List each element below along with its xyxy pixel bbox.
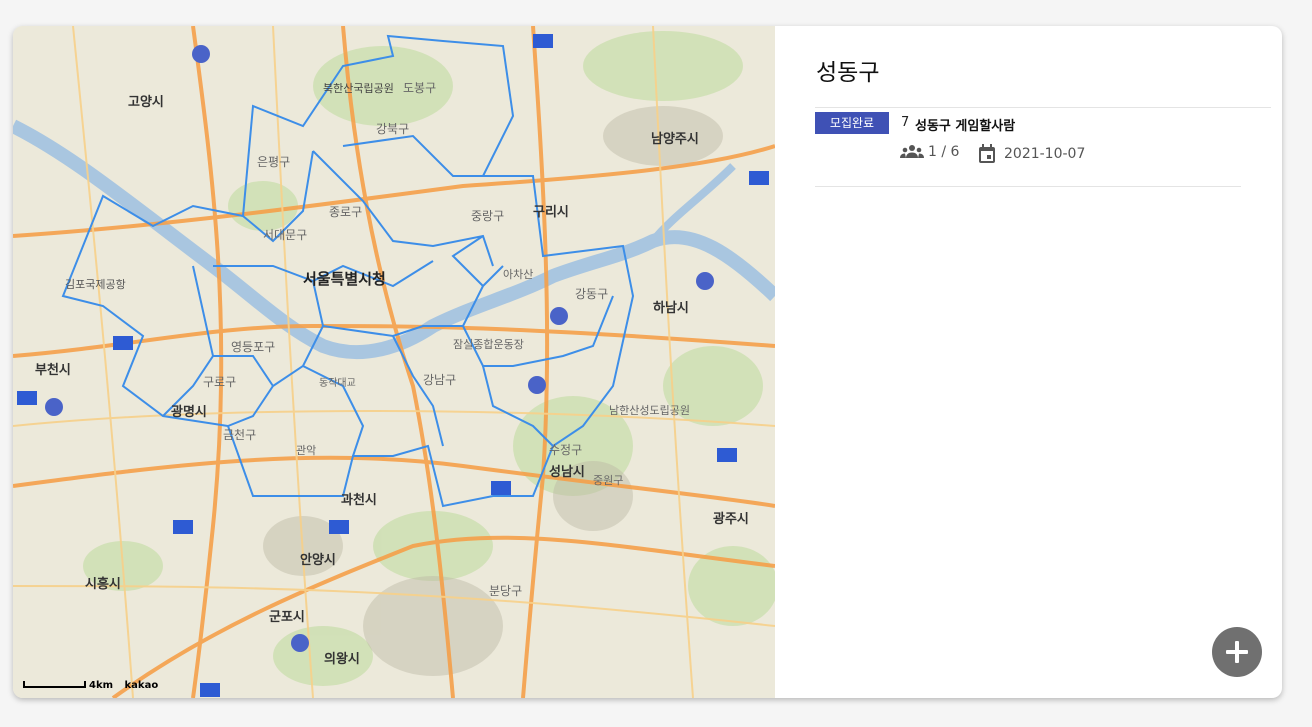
participants: 1 / 6 [900, 144, 959, 160]
label-jungwon: 중원구 [593, 474, 623, 487]
label-goyang: 고양시 [128, 95, 164, 110]
label-jungnang: 중랑구 [471, 209, 504, 223]
district-panel: 성동구 모집완료 7 성동구 게임할사람 1 / 6 2021-10-07 [775, 26, 1282, 698]
label-gangnam: 강남구 [423, 373, 456, 387]
label-geumcheon: 금천구 [223, 427, 256, 442]
divider [815, 186, 1241, 187]
label-namhansanseong: 남한산성도립공원 [609, 404, 690, 417]
label-hanam: 하남시 [653, 300, 689, 316]
label-eunpyeong: 은평구 [257, 155, 290, 169]
map-scale: 4km kakao [89, 680, 159, 691]
date-text: 2021-10-07 [1004, 146, 1086, 162]
label-bukhansan: 북한산국립공원 [323, 82, 394, 95]
label-seodaemun: 서대문구 [263, 228, 307, 242]
label-dongjak: 동작대교 [319, 377, 356, 389]
post-title[interactable]: 성동구 게임할사람 [915, 115, 1015, 134]
group-icon [900, 145, 924, 158]
label-guro: 구로구 [203, 375, 236, 389]
label-acha: 아차산 [503, 268, 533, 281]
divider [815, 107, 1271, 108]
add-post-button[interactable] [1212, 627, 1262, 677]
calendar-icon [979, 144, 995, 163]
label-bundang: 분당구 [489, 584, 522, 598]
label-seongnam: 성남시 [549, 464, 585, 480]
label-anyang: 안양시 [300, 552, 336, 568]
label-dobong: 도봉구 [403, 81, 436, 95]
kakao-map[interactable]: 서울특별시청 구리시 남양주시 고양시 부천시 광명시 안양시 군포시 의왕시 … [13, 26, 775, 698]
post-number: 7 [901, 115, 910, 130]
main-card: 서울특별시청 구리시 남양주시 고양시 부천시 광명시 안양시 군포시 의왕시 … [13, 26, 1282, 698]
label-sujeong: 수정구 [549, 443, 582, 457]
label-gwacheon: 과천시 [341, 493, 377, 508]
label-gwangmyeong: 광명시 [171, 404, 207, 420]
label-guri: 구리시 [533, 204, 569, 220]
kakao-logo: kakao [124, 680, 159, 691]
label-jamsil: 잠실종합운동장 [453, 338, 524, 351]
post-date: 2021-10-07 [978, 144, 1085, 164]
label-bucheon: 부천시 [35, 363, 71, 378]
plus-icon [1226, 641, 1248, 663]
label-siheung: 시흥시 [85, 576, 121, 592]
participant-count: 1 / 6 [928, 144, 960, 160]
label-uiwang: 의왕시 [324, 651, 360, 667]
label-gimpo-airport: 김포국제공항 [65, 278, 126, 291]
label-namyangju: 남양주시 [651, 131, 699, 147]
status-badge: 모집완료 [815, 112, 889, 134]
label-yeongdeungpo: 영등포구 [231, 340, 275, 354]
label-gangbuk: 강북구 [376, 122, 409, 136]
label-gunpo: 군포시 [269, 610, 305, 625]
label-gangdong: 강동구 [575, 287, 608, 301]
district-title: 성동구 [816, 60, 880, 86]
label-seoul-cityhall: 서울특별시청 [303, 270, 386, 288]
label-gwangju: 광주시 [713, 512, 749, 527]
map-canvas: 서울특별시청 구리시 남양주시 고양시 부천시 광명시 안양시 군포시 의왕시 … [13, 26, 775, 698]
label-gwanak: 관악 [296, 444, 316, 457]
label-jongno: 종로구 [329, 205, 362, 219]
